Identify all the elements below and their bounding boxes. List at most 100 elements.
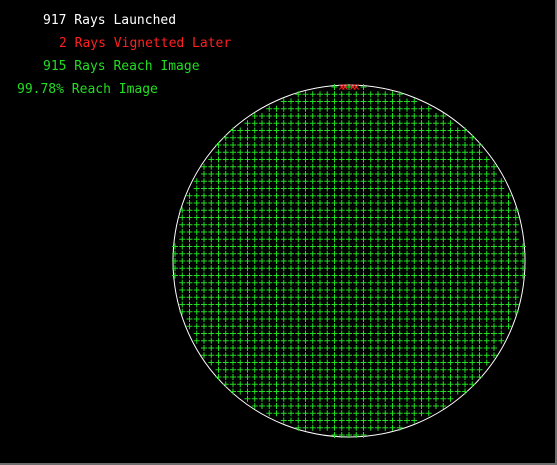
ray-marker [396,287,403,293]
ray-marker [360,345,367,351]
ray-marker [280,294,287,301]
ray-marker [273,214,280,221]
ray-marker [222,337,229,344]
ray-marker [273,207,280,214]
ray-marker [418,178,425,185]
ray-marker [360,287,367,293]
ray-marker [324,345,331,351]
ray-marker [382,410,389,417]
ray-marker [389,171,396,177]
ray-marker [266,287,273,293]
ray-marker [295,185,302,192]
ray-marker [360,156,367,163]
ray-marker [251,337,258,344]
ray-marker [324,410,331,417]
ray-marker [382,207,389,214]
ray-marker [215,221,222,228]
ray-marker [230,287,236,293]
ray-marker [505,229,512,235]
ray-marker [295,207,302,214]
ray-marker [367,258,374,264]
ray-marker [259,287,265,293]
ray-marker [433,120,439,127]
ray-marker [425,229,432,235]
ray-marker [512,236,519,243]
ray-marker [498,294,505,301]
ray-marker [230,308,236,315]
ray-marker [476,207,483,214]
ray-marker [447,374,454,380]
ray-marker [425,250,432,257]
ray-marker [346,395,352,402]
ray-marker [331,352,338,359]
ray-marker [411,221,418,228]
ray-marker [222,229,229,235]
ray-marker [360,142,367,148]
ray-marker [237,134,244,141]
ray-marker [186,323,193,330]
ray-marker [418,142,425,148]
ray-marker [425,374,432,380]
ray-marker [288,316,294,322]
ray-marker [208,345,215,351]
ray-marker [215,149,222,156]
ray-marker [324,316,331,322]
ray-marker [411,171,418,177]
ray-marker [382,352,389,359]
ray-marker [411,105,418,112]
ray-marker [193,200,200,206]
ray-marker [251,265,258,272]
ray-marker [302,403,309,409]
ray-marker [273,279,280,286]
ray-marker [302,323,309,330]
ray-marker [331,207,338,214]
ray-marker [295,229,302,235]
ray-marker [309,352,316,359]
ray-marker [331,359,338,366]
ray-marker [273,142,280,148]
ray-marker [425,120,432,127]
ray-marker [288,192,294,199]
ray-marker [483,192,490,199]
ray-marker [179,250,186,257]
ray-marker [447,294,454,301]
ray-marker [491,192,497,199]
ray-marker [331,171,338,177]
ray-marker [251,279,258,286]
ray-marker [367,403,374,409]
ray-marker [244,156,251,163]
ray-marker [498,185,505,192]
ray-marker [404,374,410,380]
ray-marker [389,301,396,308]
ray-marker [259,156,265,163]
ray-marker [338,424,345,431]
ray-marker [208,192,215,199]
ray-marker [266,323,273,330]
ray-marker [404,388,410,395]
ray-marker [259,113,265,119]
ray-marker [259,120,265,127]
ray-marker [230,127,236,134]
ray-marker [317,171,323,177]
ray-marker [273,294,280,301]
ray-marker [447,352,454,359]
ray-marker [338,120,345,127]
ray-marker [476,294,483,301]
ray-marker [201,287,207,293]
ray-marker [440,308,447,315]
ray-marker [302,156,309,163]
ray-marker [237,178,244,185]
ray-marker [491,185,497,192]
ray-marker [360,207,367,214]
ray-marker [389,279,396,286]
ray-marker [411,243,418,250]
ray-marker [447,149,454,156]
ray-marker [266,236,273,243]
ray-marker [396,337,403,344]
ray-marker [259,229,265,235]
ray-marker [302,163,309,170]
ray-marker [302,330,309,337]
ray-marker [259,330,265,337]
ray-marker [215,345,222,351]
ray-marker [179,272,186,279]
